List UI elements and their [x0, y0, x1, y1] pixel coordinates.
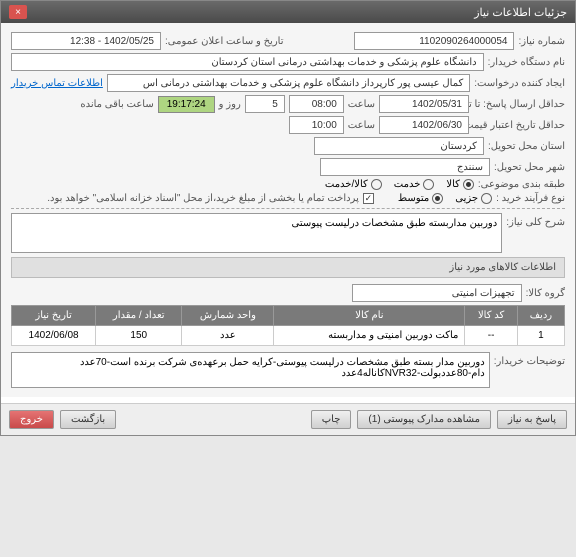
contact-link[interactable]: اطلاعات تماس خریدار — [11, 78, 103, 89]
cell-qty: 150 — [96, 326, 182, 346]
payment-checkbox[interactable] — [363, 193, 374, 204]
table-row[interactable]: 1 -- ماکت دوربین امنیتی و مداربسته عدد 1… — [12, 326, 565, 346]
exit-button[interactable]: خروج — [9, 410, 54, 429]
deadline-date-field: 1402/05/31 — [379, 95, 469, 113]
province-label: استان محل تحویل: — [488, 141, 565, 152]
payment-note: پرداخت تمام یا بخشی از مبلغ خرید،از محل … — [47, 193, 359, 204]
desc-label: شرح کلی نیاز: — [506, 213, 565, 228]
col-unit: واحد شمارش — [182, 306, 274, 326]
deadline-time-field: 08:00 — [289, 95, 344, 113]
remaining-label: ساعت باقی مانده — [80, 99, 153, 110]
group-field: تجهیزات امنیتی — [352, 284, 522, 302]
cell-idx: 1 — [517, 326, 564, 346]
time-label-2: ساعت — [348, 120, 375, 131]
footer-toolbar: پاسخ به نیاز مشاهده مدارک پیوستی (1) چاپ… — [1, 403, 575, 435]
purchase-medium-radio[interactable]: متوسط — [398, 193, 443, 204]
group-label: گروه کالا: — [526, 288, 565, 299]
respond-button[interactable]: پاسخ به نیاز — [497, 410, 567, 429]
category-goods-radio[interactable]: کالا — [446, 179, 474, 190]
items-section-header: اطلاعات کالاهای مورد نیاز — [11, 257, 565, 278]
purchase-type-label: نوع فرآیند خرید : — [496, 193, 565, 204]
time-label-1: ساعت — [348, 99, 375, 110]
close-icon[interactable]: × — [9, 5, 27, 19]
announce-date-field: 1402/05/25 - 12:38 — [11, 32, 161, 50]
days-field: 5 — [245, 95, 285, 113]
cell-name: ماکت دوربین امنیتی و مداربسته — [274, 326, 465, 346]
announce-label: تاریخ و ساعت اعلان عمومی: — [165, 36, 284, 47]
days-label: روز و — [219, 99, 241, 110]
print-button[interactable]: چاپ — [311, 410, 352, 429]
province-field: کردستان — [314, 137, 484, 155]
buyer-label: نام دستگاه خریدار: — [488, 57, 565, 68]
desc-field: دوربین مداربسته طبق مشخصات درلیست پیوستی — [11, 213, 502, 253]
buyer-field: دانشگاه علوم پزشکی و خدمات بهداشتی درمان… — [11, 53, 484, 71]
cell-code: -- — [465, 326, 517, 346]
titlebar: جزئیات اطلاعات نیاز × — [1, 1, 575, 23]
attachments-button[interactable]: مشاهده مدارک پیوستی (1) — [357, 410, 491, 429]
table-header-row: ردیف کد کالا نام کالا واحد شمارش تعداد /… — [12, 306, 565, 326]
items-table: ردیف کد کالا نام کالا واحد شمارش تعداد /… — [11, 305, 565, 346]
price-validity-time-field: 10:00 — [289, 116, 344, 134]
price-validity-date-field: 1402/06/30 — [379, 116, 469, 134]
price-validity-label: حداقل تاریخ اعتبار قیمت: تا تاریخ: — [473, 120, 565, 131]
buyer-notes-field: دوربین مدار بسته طبق مشخصات درلیست پیوست… — [11, 352, 490, 388]
category-service-radio[interactable]: خدمت — [394, 179, 435, 190]
purchase-small-radio[interactable]: جزیی — [455, 193, 492, 204]
col-code: کد کالا — [465, 306, 517, 326]
category-both-radio[interactable]: کالا/خدمت — [325, 179, 382, 190]
category-radio-group: کالا خدمت کالا/خدمت — [325, 179, 474, 190]
city-field: سنندج — [320, 158, 490, 176]
category-label: طبقه بندی موضوعی: — [478, 179, 565, 190]
cell-date: 1402/06/08 — [12, 326, 96, 346]
need-number-label: شماره نیاز: — [518, 36, 565, 47]
need-number-field: 1102090264000054 — [354, 32, 514, 50]
cell-unit: عدد — [182, 326, 274, 346]
col-date: تاریخ نیاز — [12, 306, 96, 326]
col-idx: ردیف — [517, 306, 564, 326]
requester-label: ایجاد کننده درخواست: — [474, 78, 565, 89]
window-title: جزئیات اطلاعات نیاز — [474, 6, 567, 19]
requester-field: کمال عیسی پور کارپرداز دانشگاه علوم پزشک… — [107, 74, 470, 92]
buyer-notes-label: توضیحات خریدار: — [494, 352, 565, 367]
back-button[interactable]: بازگشت — [60, 410, 116, 429]
purchase-type-radio-group: جزیی متوسط — [398, 193, 492, 204]
countdown-field: 19:17:24 — [158, 96, 215, 113]
col-qty: تعداد / مقدار — [96, 306, 182, 326]
col-name: نام کالا — [274, 306, 465, 326]
city-label: شهر محل تحویل: — [494, 162, 565, 173]
deadline-label: حداقل ارسال پاسخ: تا تاریخ: — [473, 99, 565, 110]
